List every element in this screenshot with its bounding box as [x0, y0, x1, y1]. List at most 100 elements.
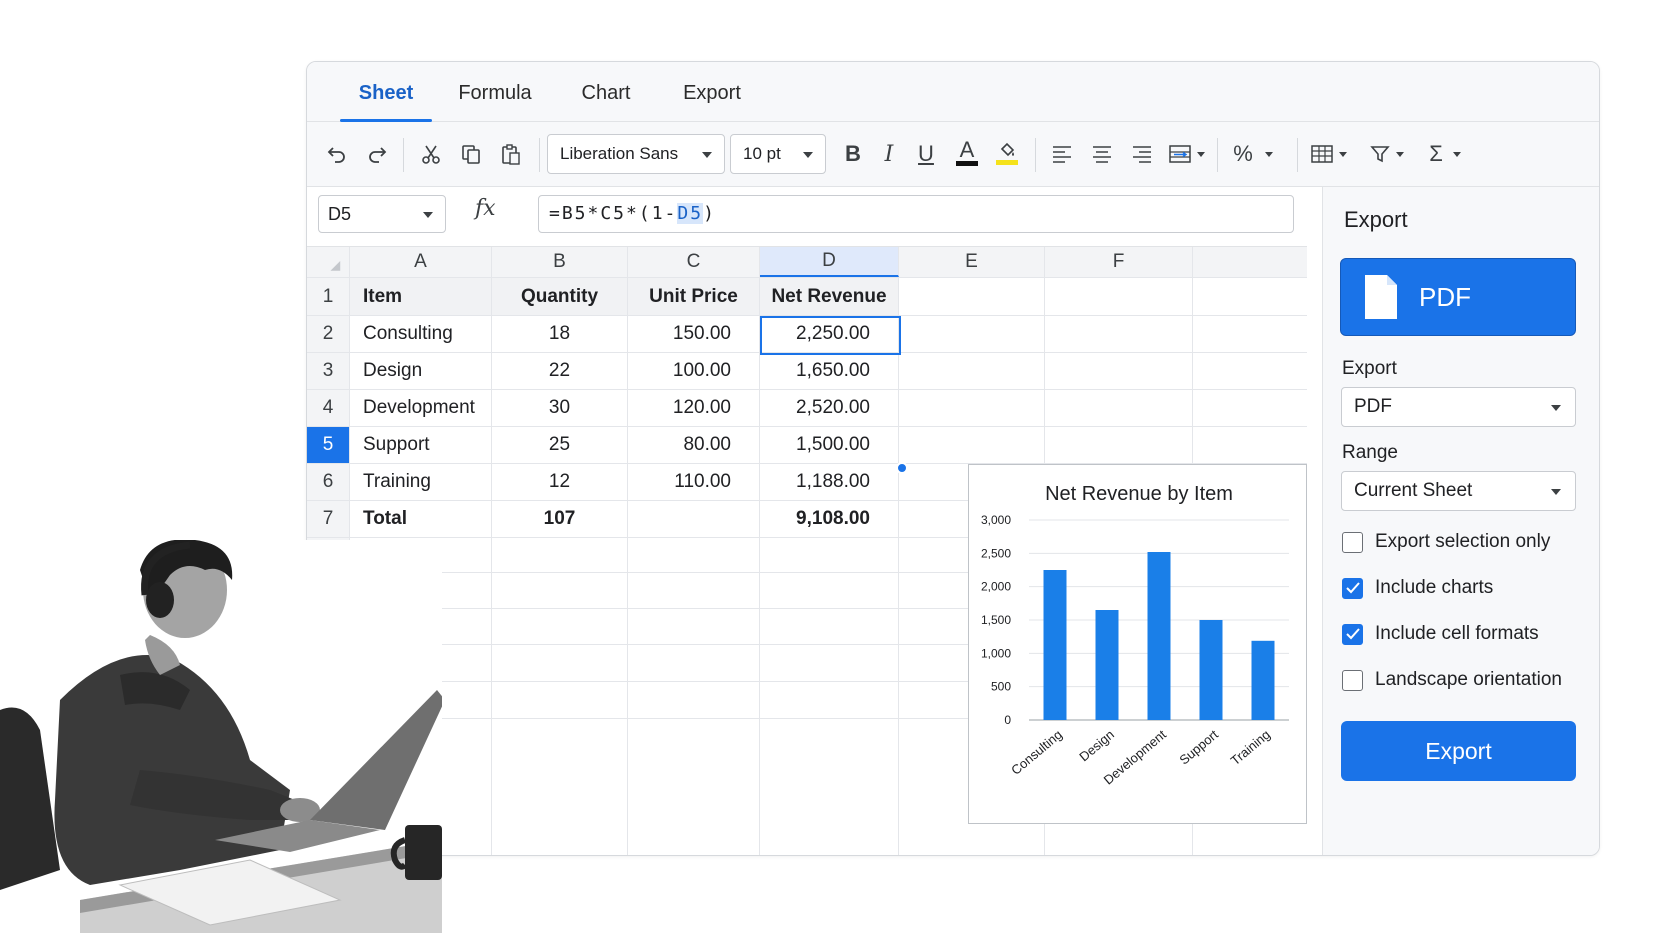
align-center-icon[interactable]	[1089, 136, 1115, 172]
chart-bar[interactable]	[1095, 610, 1119, 720]
item-cell[interactable]: Support	[350, 427, 492, 463]
table-icon	[1311, 145, 1333, 163]
item-cell[interactable]: Consulting	[350, 316, 492, 352]
column-header-c[interactable]: C	[628, 247, 760, 277]
tab-formula[interactable]: Formula	[455, 62, 535, 122]
cell[interactable]	[1045, 427, 1193, 463]
cell[interactable]	[1045, 353, 1193, 389]
chart-bar[interactable]	[1147, 552, 1171, 720]
row-header[interactable]: 7	[307, 501, 350, 537]
column-header-e[interactable]: E	[899, 247, 1045, 277]
export-selection-only-checkbox[interactable]: Export selection only	[1342, 530, 1550, 554]
cell[interactable]	[899, 390, 1045, 426]
item-cell[interactable]: Development	[350, 390, 492, 426]
cell[interactable]	[899, 278, 1045, 315]
cut-icon[interactable]	[417, 136, 445, 172]
net-revenue-cell[interactable]: 2,520.00	[760, 390, 899, 426]
unit-price-cell[interactable]: 100.00	[628, 353, 760, 389]
row-header[interactable]: 3	[307, 353, 350, 389]
align-right-icon[interactable]	[1129, 136, 1155, 172]
checkbox-checked[interactable]	[1342, 577, 1363, 599]
row-header[interactable]: 6	[307, 464, 350, 500]
cell[interactable]	[1045, 390, 1193, 426]
header-cell-unit-price[interactable]: Unit Price	[628, 278, 760, 315]
x-tick-label: Consulting	[1008, 727, 1065, 778]
net-revenue-cell[interactable]: 1,188.00	[760, 464, 899, 500]
filter-button[interactable]	[1365, 136, 1409, 172]
tab-sheet[interactable]: Sheet	[340, 62, 432, 122]
cell[interactable]	[1045, 316, 1193, 352]
header-cell-item[interactable]: Item	[350, 278, 492, 315]
format-select[interactable]: PDF	[1341, 387, 1576, 427]
total-quantity-cell[interactable]: 107	[492, 501, 628, 537]
formula-input[interactable]: =B5*C5*(1-D5)	[538, 195, 1294, 233]
text-color-button[interactable]: A	[952, 134, 982, 170]
quantity-cell[interactable]: 18	[492, 316, 628, 352]
unit-price-cell[interactable]: 150.00	[628, 316, 760, 352]
item-cell[interactable]: Training	[350, 464, 492, 500]
column-header-f[interactable]: F	[1045, 247, 1193, 277]
column-header-a[interactable]: A	[350, 247, 492, 277]
column-header-d[interactable]: D	[760, 247, 899, 277]
name-box[interactable]: D5	[318, 195, 446, 233]
percent-format-button[interactable]: %	[1229, 136, 1277, 172]
chart-bar[interactable]	[1251, 640, 1275, 720]
row-header-selected[interactable]: 5	[307, 427, 350, 463]
item-cell[interactable]: Design	[350, 353, 492, 389]
unit-price-cell[interactable]: 110.00	[628, 464, 760, 500]
row-header[interactable]: 2	[307, 316, 350, 352]
row-header[interactable]: 1	[307, 278, 350, 315]
font-size-select[interactable]: 10 pt	[730, 134, 826, 174]
quantity-cell[interactable]: 25	[492, 427, 628, 463]
checkbox-label: Landscape orientation	[1375, 669, 1562, 690]
header-cell-quantity[interactable]: Quantity	[492, 278, 628, 315]
italic-button[interactable]: I	[875, 136, 903, 172]
total-net-revenue-cell[interactable]: 9,108.00	[760, 501, 899, 537]
total-label-cell[interactable]: Total	[350, 501, 492, 537]
underline-button[interactable]: U	[912, 136, 940, 172]
quantity-cell[interactable]: 30	[492, 390, 628, 426]
paste-icon[interactable]	[497, 136, 525, 172]
fill-handle[interactable]	[896, 462, 908, 474]
unit-price-cell[interactable]: 80.00	[628, 427, 760, 463]
checkbox-checked[interactable]	[1342, 623, 1363, 645]
header-cell-net-revenue[interactable]: Net Revenue	[760, 278, 899, 315]
font-family-select[interactable]: Liberation Sans	[547, 134, 725, 174]
select-all-corner[interactable]	[307, 247, 350, 277]
bold-button[interactable]: B	[839, 136, 867, 172]
total-unit-price-cell[interactable]	[628, 501, 760, 537]
quantity-cell[interactable]: 12	[492, 464, 628, 500]
table-insert-button[interactable]	[1307, 136, 1351, 172]
quantity-cell[interactable]: 22	[492, 353, 628, 389]
chart-bar[interactable]	[1043, 570, 1067, 720]
column-header-b[interactable]: B	[492, 247, 628, 277]
include-cell-formats-checkbox[interactable]: Include cell formats	[1342, 622, 1539, 646]
merge-cells-button[interactable]	[1167, 136, 1207, 172]
checkbox-unchecked[interactable]	[1342, 669, 1363, 691]
tab-chart[interactable]: Chart	[576, 62, 636, 122]
export-button[interactable]: Export	[1341, 721, 1576, 781]
row-header[interactable]: 4	[307, 390, 350, 426]
chart-panel[interactable]: Net Revenue by Item 0 500 1,000 1,500 2,000 2…	[968, 464, 1307, 824]
cell[interactable]	[899, 316, 1045, 352]
cell[interactable]	[899, 427, 1045, 463]
checkbox-unchecked[interactable]	[1342, 531, 1363, 553]
cell[interactable]	[899, 353, 1045, 389]
active-cell-d5[interactable]: 1,500.00	[760, 427, 899, 463]
copy-icon[interactable]	[457, 136, 485, 172]
redo-icon[interactable]	[363, 136, 391, 172]
landscape-orientation-checkbox[interactable]: Landscape orientation	[1342, 668, 1562, 692]
range-select[interactable]: Current Sheet	[1341, 471, 1576, 511]
tab-export[interactable]: Export	[679, 62, 745, 122]
chart-bar[interactable]	[1199, 620, 1223, 720]
include-charts-checkbox[interactable]: Include charts	[1342, 576, 1493, 600]
fill-color-button[interactable]	[992, 134, 1022, 170]
net-revenue-cell[interactable]: 2,250.00	[760, 316, 899, 352]
unit-price-cell[interactable]: 120.00	[628, 390, 760, 426]
pdf-format-button[interactable]: PDF	[1340, 258, 1576, 336]
net-revenue-cell[interactable]: 1,650.00	[760, 353, 899, 389]
sum-button[interactable]: Σ	[1423, 136, 1467, 172]
align-left-icon[interactable]	[1049, 136, 1075, 172]
undo-icon[interactable]	[323, 136, 351, 172]
cell[interactable]	[1045, 278, 1193, 315]
